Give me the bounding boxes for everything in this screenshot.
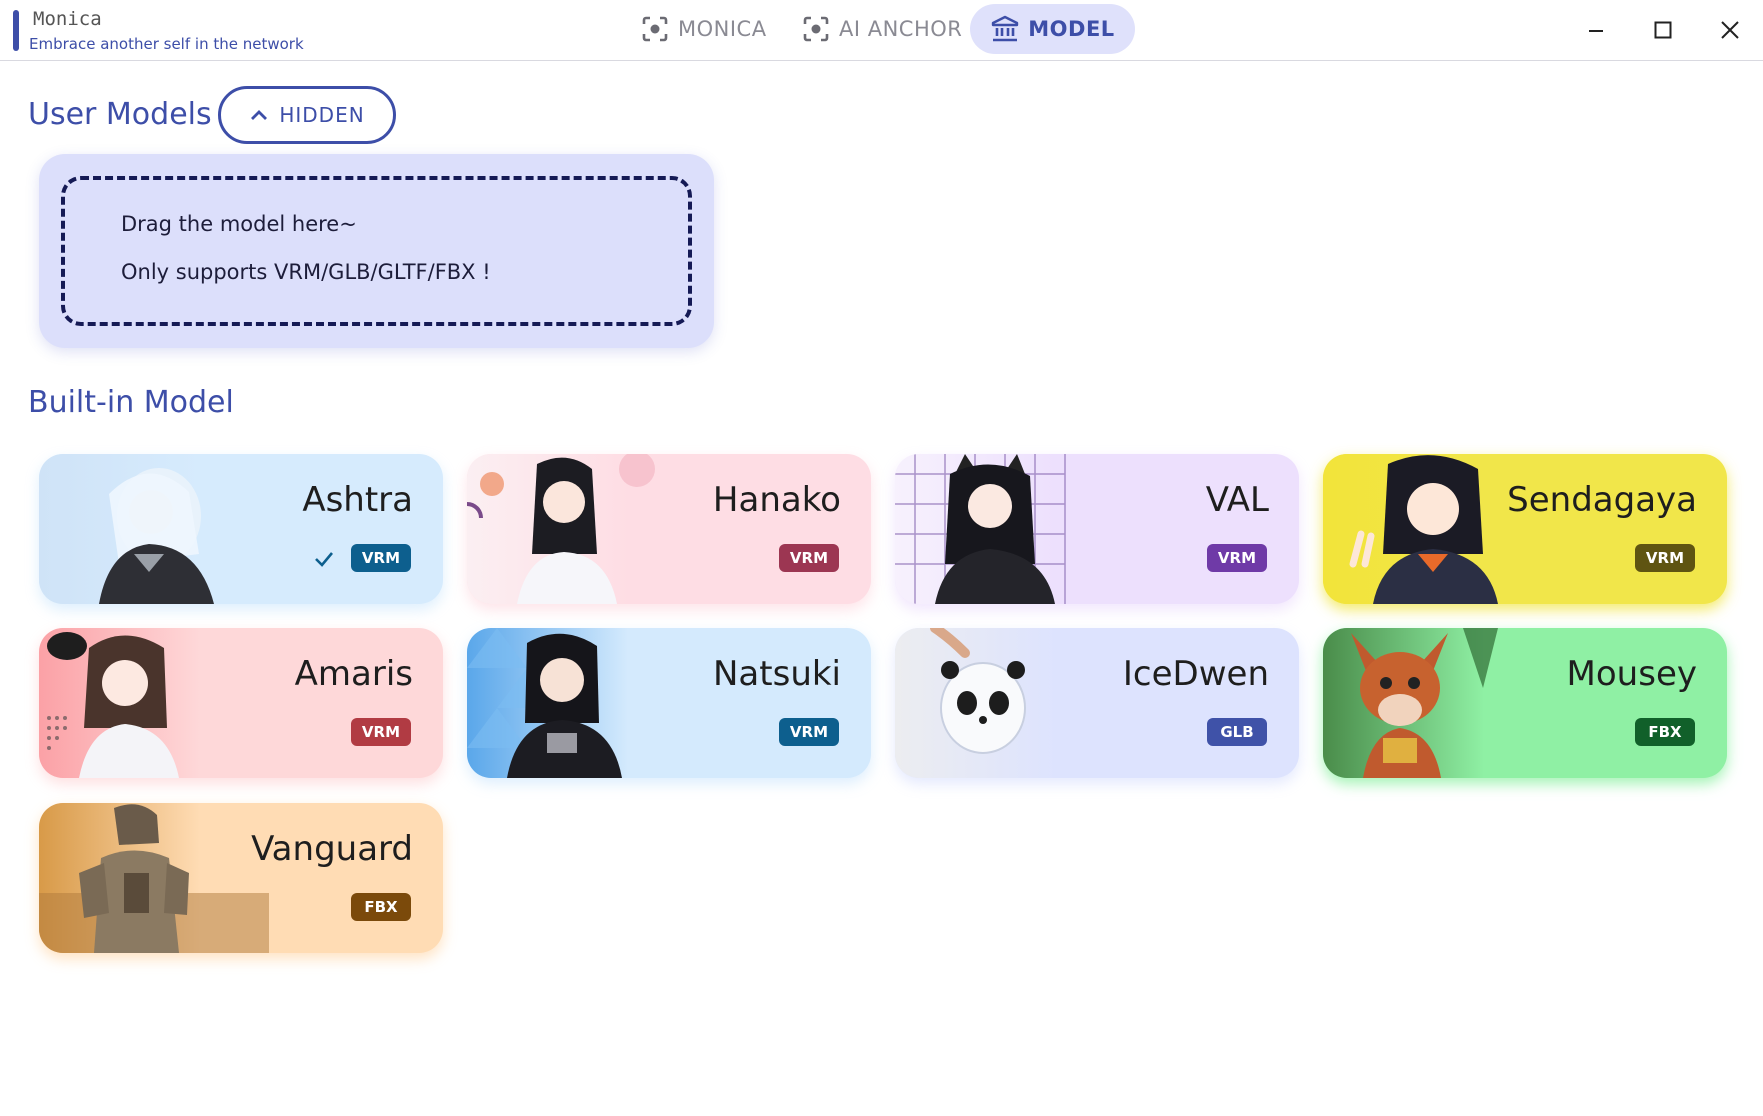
model-card-ashtra[interactable]: Ashtra VRM — [39, 454, 443, 604]
bank-icon — [992, 15, 1019, 42]
model-name: Mousey — [1566, 654, 1697, 694]
model-card-amaris[interactable]: Amaris VRM — [39, 628, 443, 778]
builtin-models-heading: Built-in Model — [28, 385, 234, 420]
model-thumbnail-vanguard — [39, 803, 269, 953]
tab-ai-anchor-label: AI ANCHOR — [839, 17, 963, 41]
tab-model-label: MODEL — [1028, 17, 1115, 41]
model-drop-zone[interactable]: Drag the model here~ Only supports VRM/G… — [61, 176, 692, 326]
hidden-toggle-label: HIDDEN — [279, 103, 365, 127]
focus-frame-icon — [803, 16, 829, 42]
app-name: Monica — [33, 8, 102, 30]
model-name: VAL — [1205, 480, 1269, 520]
model-name: Hanako — [712, 480, 841, 520]
close-button[interactable] — [1708, 8, 1752, 52]
drop-supported-formats: Only supports VRM/GLB/GLTF/FBX ! — [121, 260, 491, 284]
format-badge: VRM — [350, 718, 411, 746]
drop-instruction: Drag the model here~ — [121, 212, 357, 236]
format-badge: VRM — [778, 544, 839, 572]
brand-accent-bar — [13, 10, 19, 51]
model-name: Amaris — [294, 654, 413, 694]
check-icon — [315, 552, 333, 567]
model-thumbnail-natsuki — [467, 628, 697, 778]
tab-ai-anchor[interactable]: AI ANCHOR — [783, 4, 980, 54]
model-thumbnail-sendagaya — [1323, 454, 1553, 604]
format-badge: VRM — [778, 718, 839, 746]
model-name: Sendagaya — [1507, 480, 1697, 520]
minimize-icon — [1589, 30, 1603, 32]
model-thumbnail-ashtra — [39, 454, 269, 604]
minimize-button[interactable] — [1574, 8, 1618, 52]
focus-frame-icon — [642, 16, 668, 42]
model-card-hanako[interactable]: Hanako VRM — [467, 454, 871, 604]
model-card-val[interactable]: VAL VRM — [895, 454, 1299, 604]
title-bar: Monica Embrace another self in the netwo… — [0, 0, 1763, 61]
chevron-up-icon — [251, 110, 268, 120]
model-thumbnail-icedwen — [895, 628, 1125, 778]
format-badge: VRM — [350, 544, 411, 572]
format-badge: VRM — [1206, 544, 1267, 572]
close-icon — [1721, 21, 1739, 39]
tab-monica-label: MONICA — [678, 17, 767, 41]
maximize-button[interactable] — [1641, 8, 1685, 52]
format-badge: FBX — [1635, 718, 1695, 746]
model-card-icedwen[interactable]: IceDwen GLB — [895, 628, 1299, 778]
model-thumbnail-mousey — [1323, 628, 1553, 778]
model-name: IceDwen — [1122, 654, 1269, 694]
model-name: Natsuki — [713, 654, 841, 694]
app-subtitle: Embrace another self in the network — [29, 35, 304, 53]
model-thumbnail-hanako — [467, 454, 697, 604]
model-thumbnail-amaris — [39, 628, 269, 778]
model-card-natsuki[interactable]: Natsuki VRM — [467, 628, 871, 778]
model-card-mousey[interactable]: Mousey FBX — [1323, 628, 1727, 778]
tab-monica[interactable]: MONICA — [622, 4, 785, 54]
format-badge: GLB — [1207, 718, 1267, 746]
format-badge: FBX — [351, 893, 411, 921]
tab-model[interactable]: MODEL — [970, 4, 1135, 54]
hidden-toggle-button[interactable]: HIDDEN — [218, 86, 396, 144]
model-name: Ashtra — [302, 480, 413, 520]
format-badge: VRM — [1634, 544, 1695, 572]
model-drop-panel: Drag the model here~ Only supports VRM/G… — [39, 154, 714, 348]
user-models-heading: User Models — [28, 97, 212, 132]
maximize-icon — [1654, 21, 1672, 39]
model-card-vanguard[interactable]: Vanguard FBX — [39, 803, 443, 953]
model-name: Vanguard — [251, 829, 413, 869]
model-thumbnail-val — [895, 454, 1125, 604]
model-card-sendagaya[interactable]: Sendagaya VRM — [1323, 454, 1727, 604]
